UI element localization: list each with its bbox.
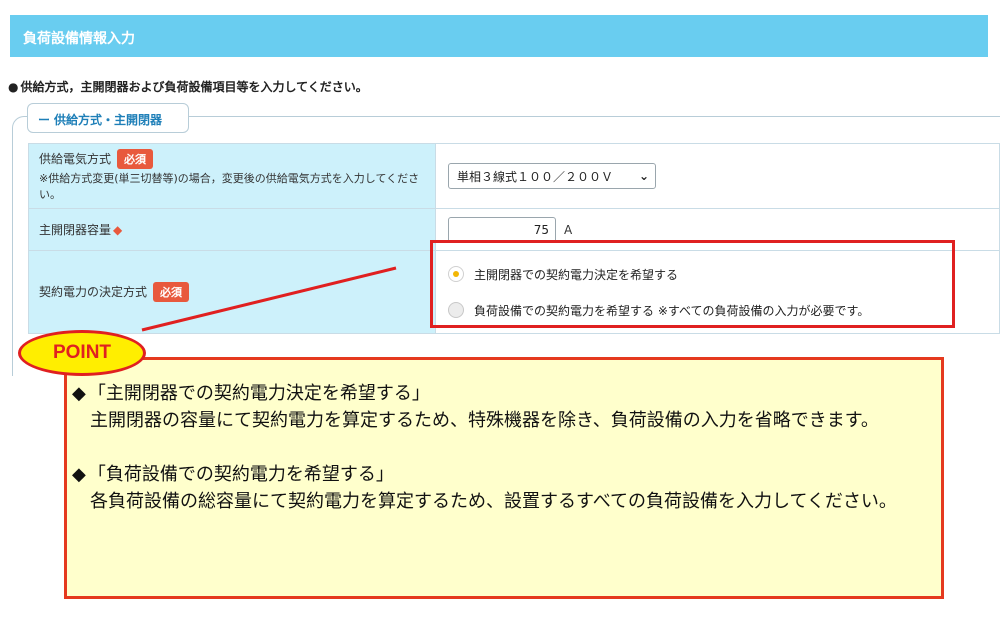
diamond-icon: ◆ xyxy=(72,464,86,485)
point-heading-text: 「負荷設備での契約電力を希望する」 xyxy=(87,464,394,485)
point-badge: POINT xyxy=(18,330,146,376)
point-item-body: 各負荷設備の総容量にて契約電力を算定するため、設置するすべての負荷設備を入力して… xyxy=(90,491,897,512)
supply-method-select[interactable]: 単相３線式１００／２００Ｖ ⌄ xyxy=(448,163,656,189)
callout-pointer xyxy=(141,266,397,332)
form-row-supply-method: 供給電気方式 必須 ※供給方式変更(単三切替等)の場合，変更後の供給電気方式を入力… xyxy=(28,143,1000,209)
breaker-capacity-label-cell: 主開閉器容量 ◆ xyxy=(28,208,436,251)
chevron-down-icon: ⌄ xyxy=(638,169,649,183)
page-title: 負荷設備情報入力 xyxy=(23,31,135,47)
bullet-icon: ● xyxy=(8,80,19,94)
breaker-capacity-unit: A xyxy=(564,222,573,237)
point-text: ◆ 「主開閉器での契約電力決定を希望する」 主開閉器の容量にて契約電力を算定する… xyxy=(72,380,940,515)
point-label: POINT xyxy=(52,342,112,363)
required-mark-icon: ◆ xyxy=(113,223,123,237)
supply-method-label-cell: 供給電気方式 必須 ※供給方式変更(単三切替等)の場合，変更後の供給電気方式を入力… xyxy=(28,143,436,209)
highlight-frame xyxy=(430,240,955,328)
point-item-body: 主開閉器の容量にて契約電力を算定するため、特殊機器を除き、負荷設備の入力を省略で… xyxy=(90,410,879,431)
supply-method-value-cell: 単相３線式１００／２００Ｖ ⌄ xyxy=(435,143,1000,209)
point-item-heading: ◆ 「負荷設備での契約電力を希望する」 xyxy=(72,461,940,488)
collapse-icon: ー xyxy=(38,113,51,127)
section-title: 供給方式・主開閉器 xyxy=(54,113,163,127)
supply-method-selected: 単相３線式１００／２００Ｖ xyxy=(457,169,614,184)
breaker-capacity-label: 主開閉器容量 xyxy=(39,223,112,237)
point-item-heading: ◆ 「主開閉器での契約電力決定を希望する」 xyxy=(72,380,940,407)
section-toggle[interactable]: ー供給方式・主開閉器 xyxy=(27,103,189,133)
point-heading-text: 「主開閉器での契約電力決定を希望する」 xyxy=(87,383,430,404)
instruction-text: ● 供給方式，主開閉器および負荷設備項目等を入力してください。 xyxy=(8,78,368,95)
instruction-label: 供給方式，主開閉器および負荷設備項目等を入力してください。 xyxy=(20,80,368,94)
breaker-capacity-input[interactable]: 75 xyxy=(448,216,556,243)
page-header: 負荷設備情報入力 xyxy=(10,15,988,57)
required-badge: 必須 xyxy=(117,149,154,169)
point-spacer xyxy=(72,434,940,461)
diamond-icon: ◆ xyxy=(72,383,86,404)
supply-method-label: 供給電気方式 xyxy=(39,152,112,166)
supply-method-note: ※供給方式変更(単三切替等)の場合，変更後の供給電気方式を入力してください。 xyxy=(39,172,420,201)
